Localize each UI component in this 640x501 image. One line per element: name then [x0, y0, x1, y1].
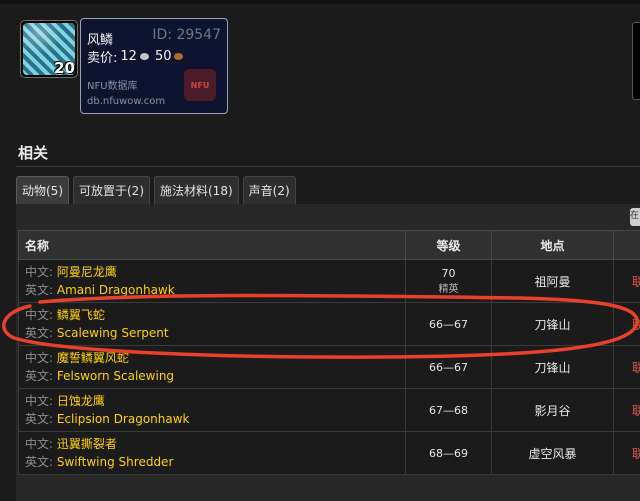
npc-link-en[interactable]: Eclipsion Dragonhawk: [57, 412, 190, 426]
silver-coin-icon: [139, 53, 149, 60]
npc-level: 70 精英: [405, 259, 492, 303]
npc-link-en[interactable]: Amani Dragonhawk: [57, 283, 175, 297]
npc-level: 66—67: [405, 302, 492, 346]
table-row[interactable]: 中文: 日蚀龙鹰 英文: Eclipsion Dragonhawk 67—68 …: [18, 388, 640, 432]
npc-zone[interactable]: 虚空风暴: [491, 431, 614, 475]
npc-link-zh[interactable]: 鳞翼飞蛇: [57, 308, 105, 322]
related-section-title: 相关: [18, 144, 49, 162]
source-label: NFU数据库: [87, 81, 138, 92]
stack-count: 20: [54, 59, 75, 77]
copper-amount: 50: [154, 49, 172, 64]
silver-amount: 12: [120, 49, 137, 64]
item-icon[interactable]: 20: [20, 20, 78, 78]
npc-link-zh[interactable]: 日蚀龙鹰: [57, 394, 105, 408]
npc-link-zh[interactable]: 魔誓鳞翼风蛇: [57, 351, 129, 365]
zh-label: 中文:: [25, 394, 54, 408]
filter-button[interactable]: 在: [630, 208, 640, 226]
npc-react: 联: [613, 259, 640, 303]
npc-name-cell: 中文: 阿曼尼龙鹰 英文: Amani Dragonhawk: [18, 259, 406, 303]
header-react[interactable]: [613, 230, 640, 260]
npc-level: 66—67: [405, 345, 492, 389]
tab-reagent-for[interactable]: 施法材料(18): [154, 176, 239, 204]
npc-level: 68—69: [405, 431, 492, 475]
npc-name-cell: 中文: 日蚀龙鹰 英文: Eclipsion Dragonhawk: [18, 388, 406, 432]
npc-level: 67—68: [405, 388, 492, 432]
source-url: db.nfuwow.com: [87, 96, 166, 107]
npc-link-zh[interactable]: 迅翼撕裂者: [57, 437, 117, 451]
en-label: 英文:: [25, 326, 54, 340]
npc-react: 联: [613, 345, 640, 389]
zh-label: 中文:: [25, 265, 54, 279]
table-row[interactable]: 中文: 迅翼撕裂者 英文: Swiftwing Shredder 68—69 虚…: [18, 431, 640, 475]
price-label: 卖价:: [87, 51, 118, 66]
npc-react: 联: [613, 302, 640, 346]
table-row[interactable]: 中文: 阿曼尼龙鹰 英文: Amani Dragonhawk 70 精英 祖阿曼 …: [18, 259, 640, 303]
npc-name-cell: 中文: 迅翼撕裂者 英文: Swiftwing Shredder: [18, 431, 406, 475]
level-value: 70: [441, 267, 456, 280]
related-tabs: 动物(5) 可放置于(2) 施法材料(18) 声音(2): [16, 176, 296, 204]
zh-label: 中文:: [25, 437, 54, 451]
elite-tag: 精英: [438, 284, 459, 295]
table-row[interactable]: 中文: 魔誓鳞翼风蛇 英文: Felsworn Scalewing 66—67 …: [18, 345, 640, 389]
table-row[interactable]: 中文: 鳞翼飞蛇 英文: Scalewing Serpent 66—67 刀锋山…: [18, 302, 640, 346]
side-panel-edge: [632, 22, 640, 100]
npc-zone[interactable]: 祖阿曼: [491, 259, 614, 303]
npc-name-cell: 中文: 鳞翼飞蛇 英文: Scalewing Serpent: [18, 302, 406, 346]
npc-link-zh[interactable]: 阿曼尼龙鹰: [57, 265, 117, 279]
zh-label: 中文:: [25, 308, 54, 322]
en-label: 英文:: [25, 412, 54, 426]
tab-npcs[interactable]: 动物(5): [16, 176, 69, 204]
header-name[interactable]: 名称: [18, 230, 406, 260]
npc-link-en[interactable]: Scalewing Serpent: [57, 326, 169, 340]
tab-sounds[interactable]: 声音(2): [242, 176, 296, 204]
npc-link-en[interactable]: Swiftwing Shredder: [57, 455, 174, 469]
item-tooltip: 风鳞 ID: 29547 卖价: 12 50 NFU数据库 db.nfuwow.…: [80, 18, 228, 114]
npc-name-cell: 中文: 魔誓鳞翼风蛇 英文: Felsworn Scalewing: [18, 345, 406, 389]
zh-label: 中文:: [25, 351, 54, 365]
copper-coin-icon: [174, 53, 184, 60]
npc-react: 联: [613, 388, 640, 432]
item-name: 风鳞: [87, 33, 114, 48]
header-level[interactable]: 等级: [405, 230, 492, 260]
section-divider: [16, 166, 640, 167]
npc-table: 名称 等级 地点 中文: 阿曼尼龙鹰 英文: Amani Dragonhawk …: [18, 230, 640, 475]
header-zone[interactable]: 地点: [491, 230, 614, 260]
top-border: [0, 0, 640, 4]
tab-contained-in[interactable]: 可放置于(2): [73, 176, 150, 204]
npc-link-en[interactable]: Felsworn Scalewing: [57, 369, 174, 383]
sell-price: 卖价: 12 50: [87, 47, 186, 66]
nfu-logo: NFU: [184, 69, 216, 101]
en-label: 英文:: [25, 283, 54, 297]
npc-react: 联: [613, 431, 640, 475]
npc-zone[interactable]: 影月谷: [491, 388, 614, 432]
npc-zone[interactable]: 刀锋山: [491, 302, 614, 346]
npc-zone[interactable]: 刀锋山: [491, 345, 614, 389]
en-label: 英文:: [25, 369, 54, 383]
table-header: 名称 等级 地点: [18, 230, 640, 260]
en-label: 英文:: [25, 455, 54, 469]
item-id: ID: 29547: [152, 27, 221, 43]
